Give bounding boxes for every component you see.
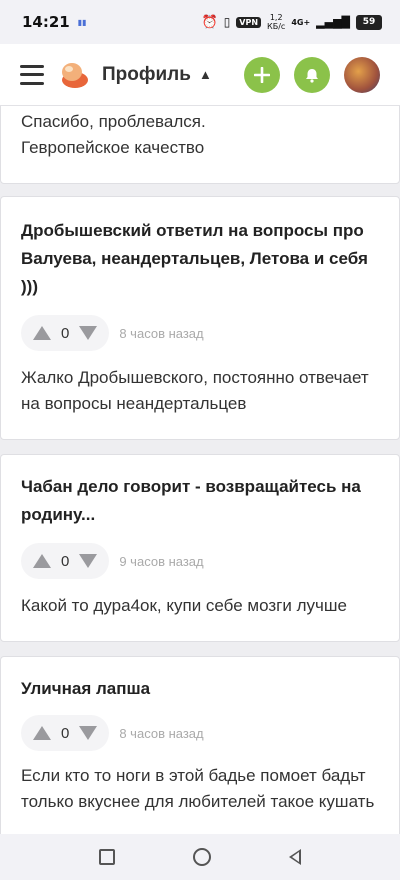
speed-unit: КБ/с bbox=[267, 22, 286, 31]
vote-count: 0 bbox=[61, 552, 70, 570]
comment-card: Дробышевский ответил на вопросы про Валу… bbox=[0, 196, 400, 440]
status-right: ⏰ ▯ VPN 1,2 КБ/с 4G+ ▂▄▆█ 59 bbox=[201, 13, 382, 31]
bell-icon bbox=[306, 68, 318, 83]
network-speed: 1,2 КБ/с bbox=[267, 13, 285, 31]
comment-text: Спасибо, проблевался. Гевропейское качес… bbox=[21, 112, 206, 157]
plus-icon bbox=[254, 66, 270, 83]
comment-time: 8 часов назад bbox=[119, 725, 204, 741]
comment-time: 9 часов назад bbox=[119, 553, 204, 569]
vote-row: 0 9 часов назад bbox=[21, 543, 379, 579]
vote-count: 0 bbox=[61, 724, 70, 742]
upvote-icon[interactable] bbox=[33, 554, 51, 568]
vibrate-icon: ▯ bbox=[223, 15, 231, 29]
recent-apps-icon[interactable] bbox=[99, 849, 115, 865]
post-title-link[interactable]: Чабан дело говорит - возвращайтесь на ро… bbox=[21, 473, 379, 529]
signal-icon: ▂▄▆█ bbox=[316, 15, 350, 29]
post-title-link[interactable]: Дробышевский ответил на вопросы про Валу… bbox=[21, 217, 379, 301]
status-left: 14:21 ▮▮ bbox=[22, 13, 87, 31]
vote-control: 0 bbox=[21, 715, 110, 751]
header-actions bbox=[244, 56, 380, 93]
downvote-icon[interactable] bbox=[79, 726, 98, 740]
app-header: Профиль ▲ bbox=[0, 44, 400, 106]
chevron-up-icon: ▲ bbox=[198, 67, 212, 82]
vpn-badge: VPN bbox=[236, 16, 262, 28]
upvote-icon[interactable] bbox=[33, 726, 51, 740]
vote-row: 0 8 часов назад bbox=[21, 715, 379, 751]
vote-row: 0 8 часов назад bbox=[21, 315, 379, 351]
comment-card: Уличная лапша 0 8 часов назад Если кто т… bbox=[0, 656, 400, 834]
comments-feed: Спасибо, проблевался. Гевропейское качес… bbox=[0, 106, 400, 834]
status-bar: 14:21 ▮▮ ⏰ ▯ VPN 1,2 КБ/с 4G+ ▂▄▆█ 59 bbox=[0, 0, 400, 44]
comment-card: Спасибо, проблевался. Гевропейское качес… bbox=[0, 106, 400, 184]
vote-control: 0 bbox=[21, 543, 110, 579]
status-time: 14:21 bbox=[22, 13, 70, 31]
battery-icon: 59 bbox=[356, 14, 382, 30]
app-logo bbox=[62, 62, 88, 88]
speed-value: 1,2 bbox=[269, 13, 283, 22]
notifications-button[interactable] bbox=[294, 56, 330, 93]
comment-time: 8 часов назад bbox=[119, 325, 204, 341]
vote-control: 0 bbox=[21, 315, 110, 351]
profile-dropdown[interactable]: Профиль ▲ bbox=[102, 64, 212, 86]
post-title-link[interactable]: Уличная лапша bbox=[21, 675, 379, 703]
comment-text: Если кто то ноги в этой бадье помоет бад… bbox=[21, 766, 375, 811]
alarm-icon: ⏰ bbox=[201, 14, 218, 30]
home-icon[interactable] bbox=[193, 848, 211, 866]
downvote-icon[interactable] bbox=[79, 554, 98, 568]
downvote-icon[interactable] bbox=[79, 326, 98, 340]
signal-small-icon: ▮▮ bbox=[77, 17, 87, 27]
network-type: 4G+ bbox=[291, 17, 311, 27]
avatar[interactable] bbox=[344, 56, 380, 93]
system-nav-bar bbox=[0, 834, 400, 880]
back-icon[interactable] bbox=[289, 849, 301, 865]
add-button[interactable] bbox=[244, 56, 280, 93]
comment-text: Какой то дура4ок, купи себе мозги лучше bbox=[21, 596, 347, 615]
menu-icon[interactable] bbox=[20, 64, 44, 85]
comment-text: Жалко Дробышевского, постоянно отвечает … bbox=[21, 368, 369, 413]
upvote-icon[interactable] bbox=[33, 326, 51, 340]
profile-title: Профиль bbox=[102, 63, 191, 85]
comment-card: Чабан дело говорит - возвращайтесь на ро… bbox=[0, 454, 400, 642]
vote-count: 0 bbox=[61, 324, 70, 342]
